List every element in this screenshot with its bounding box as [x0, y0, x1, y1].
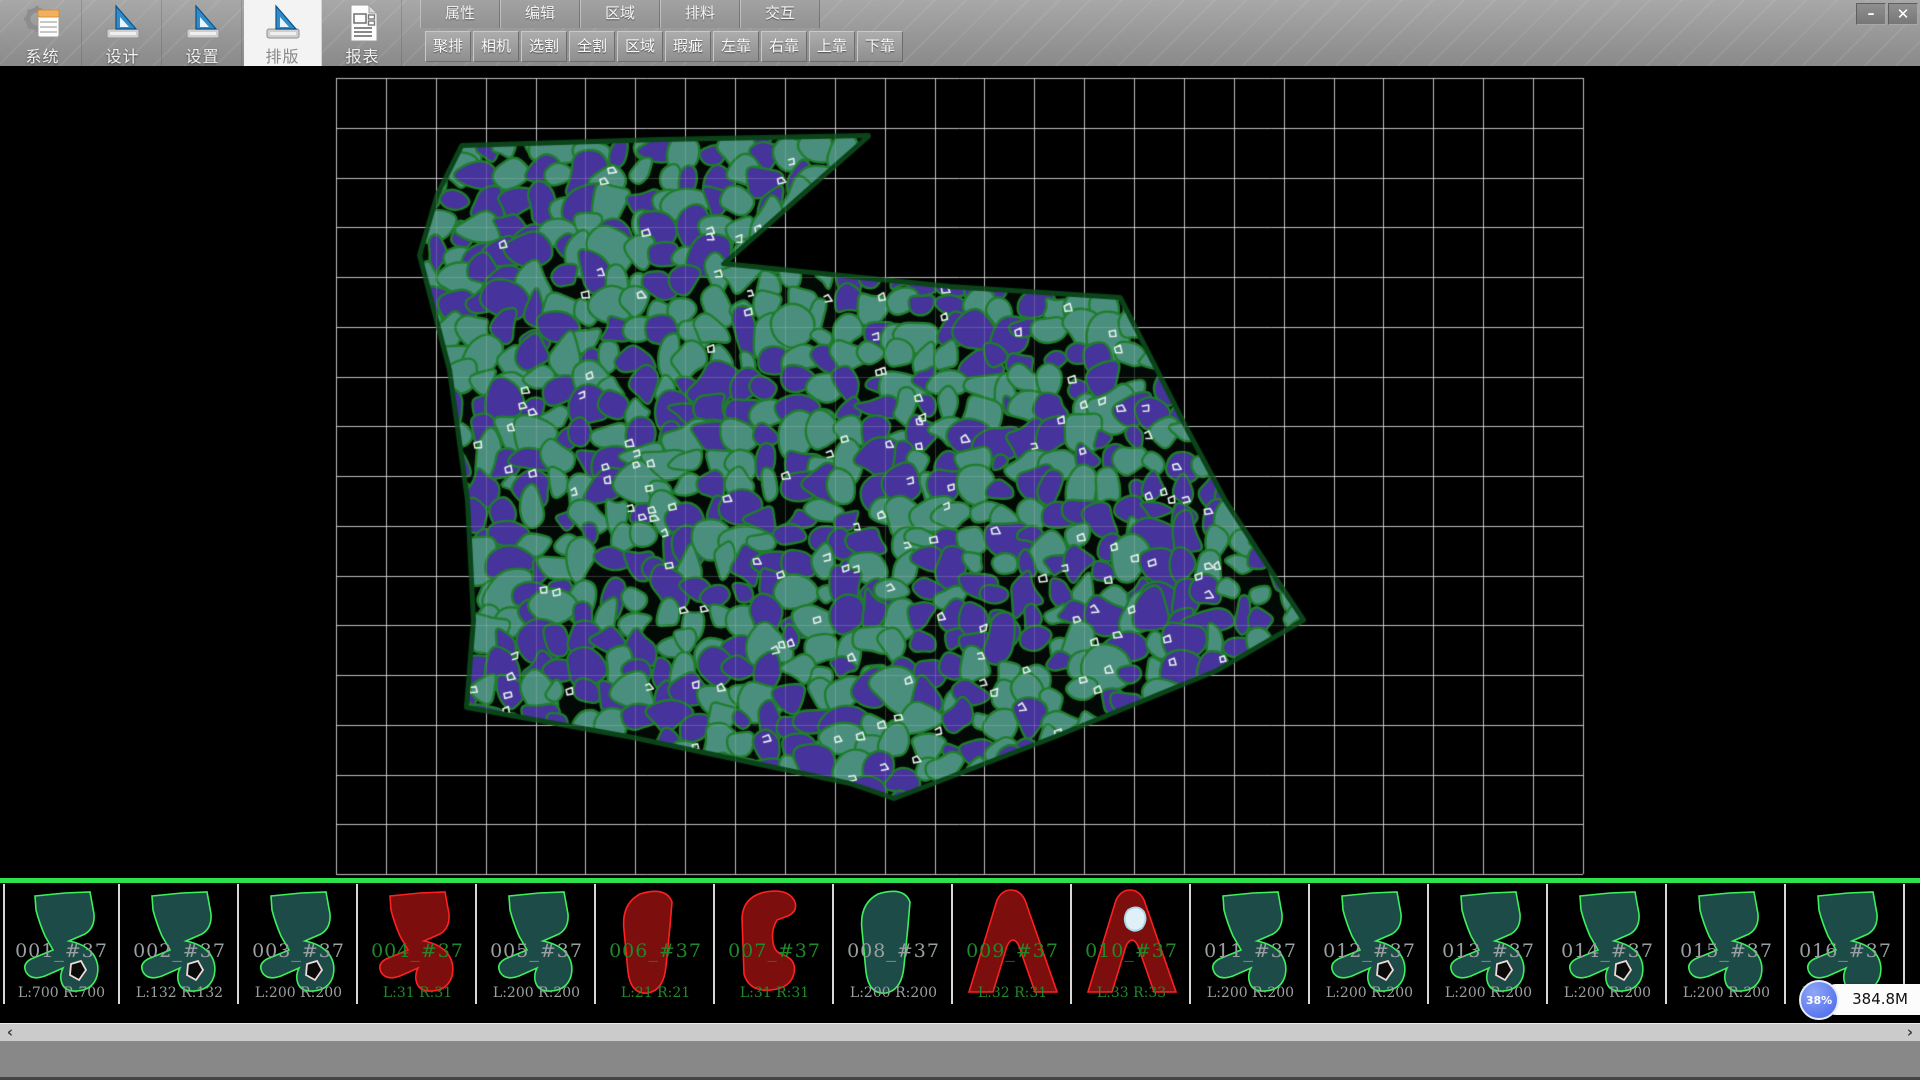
part-cell[interactable]: 011_#37L:200 R:200 [1193, 884, 1310, 1004]
tool-camera[interactable]: 相机 [473, 31, 519, 62]
nav-button-system[interactable]: 系统 [4, 0, 82, 66]
nav-button-design[interactable]: 设计 [84, 0, 162, 66]
part-cell[interactable]: 002_#37L:132 R:132 [122, 884, 239, 1004]
tool-defect[interactable]: 瑕疵 [665, 31, 711, 62]
part-shape [1550, 884, 1667, 1002]
tab-edit[interactable]: 编辑 [500, 0, 580, 28]
scroll-left-arrow[interactable]: ‹ [2, 1024, 18, 1042]
tool-region[interactable]: 区域 [617, 31, 663, 62]
part-shape [1312, 884, 1429, 1002]
nav-label-settings: 设置 [164, 43, 241, 67]
part-cell[interactable]: 014_#37L:200 R:200 [1550, 884, 1667, 1004]
part-cell[interactable]: 005_#37L:200 R:200 [479, 884, 596, 1004]
nav-button-settings[interactable]: 设置 [164, 0, 242, 66]
part-cell[interactable]: 013_#37L:200 R:200 [1431, 884, 1548, 1004]
app-window: 系统 设计 设置 [0, 0, 1920, 1080]
toolbar: 系统 设计 设置 [0, 0, 1920, 66]
part-cell[interactable]: 003_#37L:200 R:200 [241, 884, 358, 1004]
part-shape [5, 884, 120, 1002]
part-shape [717, 884, 834, 1002]
part-shape [836, 884, 953, 1002]
tab-interact[interactable]: 交互 [740, 0, 820, 28]
part-shape [1074, 884, 1191, 1002]
nav-label-report: 报表 [324, 43, 401, 67]
part-cell[interactable]: 009_#37L:32 R:31 [955, 884, 1072, 1004]
minimize-button[interactable]: – [1856, 3, 1886, 25]
part-shape [360, 884, 477, 1002]
close-button[interactable]: ✕ [1888, 3, 1918, 25]
settings-icon [182, 2, 224, 44]
part-cell[interactable]: 007_#37L:31 R:31 [717, 884, 834, 1004]
progress-percent-badge: 38% [1799, 980, 1839, 1020]
part-cell[interactable]: 008_#37L:200 R:200 [836, 884, 953, 1004]
tool-cut-all[interactable]: 全割 [569, 31, 615, 62]
tab-nesting[interactable]: 排料 [660, 0, 740, 28]
status-bar [0, 1041, 1920, 1080]
tab-region[interactable]: 区域 [580, 0, 660, 28]
tab-properties[interactable]: 属性 [420, 0, 500, 28]
part-cell[interactable]: 012_#37L:200 R:200 [1312, 884, 1429, 1004]
part-cell[interactable]: 010_#37L:33 R:33 [1074, 884, 1191, 1004]
part-cell[interactable]: 006_#37L:21 R:21 [598, 884, 715, 1004]
design-icon [102, 2, 144, 44]
horizontal-scrollbar[interactable]: ‹ › [0, 1023, 1920, 1041]
report-icon [342, 2, 384, 44]
part-cell[interactable]: 004_#37L:31 R:31 [360, 884, 477, 1004]
layout-icon [262, 2, 304, 44]
part-shape [598, 884, 715, 1002]
part-shape [1431, 884, 1548, 1002]
part-shape [241, 884, 358, 1002]
tool-align-left[interactable]: 左靠 [713, 31, 759, 62]
parts-strip: 001_#37L:700 R:700002_#37L:132 R:132003_… [0, 878, 1920, 1023]
tool-align-top[interactable]: 上靠 [809, 31, 855, 62]
nav-label-system: 系统 [4, 43, 81, 67]
scroll-right-arrow[interactable]: › [1902, 1024, 1918, 1042]
tool-select-cut[interactable]: 选割 [521, 31, 567, 62]
system-icon [22, 2, 64, 44]
nesting-canvas[interactable] [0, 66, 1920, 878]
nav-label-design: 设计 [84, 43, 161, 67]
part-cell[interactable]: 001_#37L:700 R:700 [3, 884, 120, 1004]
part-shape [1193, 884, 1310, 1002]
part-shape [1669, 884, 1786, 1002]
part-shape [122, 884, 239, 1002]
tool-cluster-nest[interactable]: 聚排 [425, 31, 471, 62]
part-cell[interactable]: 015_#37L:200 R:200 [1669, 884, 1786, 1004]
part-shape [955, 884, 1072, 1002]
nav-button-layout[interactable]: 排版 [244, 0, 322, 66]
nav-label-layout: 排版 [244, 43, 321, 67]
nav-button-report[interactable]: 报表 [324, 0, 402, 66]
part-shape [479, 884, 596, 1002]
tool-align-right[interactable]: 右靠 [761, 31, 807, 62]
tool-align-bottom[interactable]: 下靠 [857, 31, 903, 62]
